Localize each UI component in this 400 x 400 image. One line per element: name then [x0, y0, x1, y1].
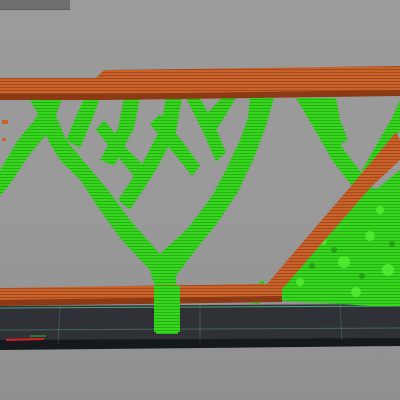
- 3d-viewport[interactable]: [0, 0, 400, 400]
- scene-canvas[interactable]: [0, 0, 400, 400]
- support-trunk-base: [154, 286, 180, 332]
- build-plate: [0, 303, 400, 350]
